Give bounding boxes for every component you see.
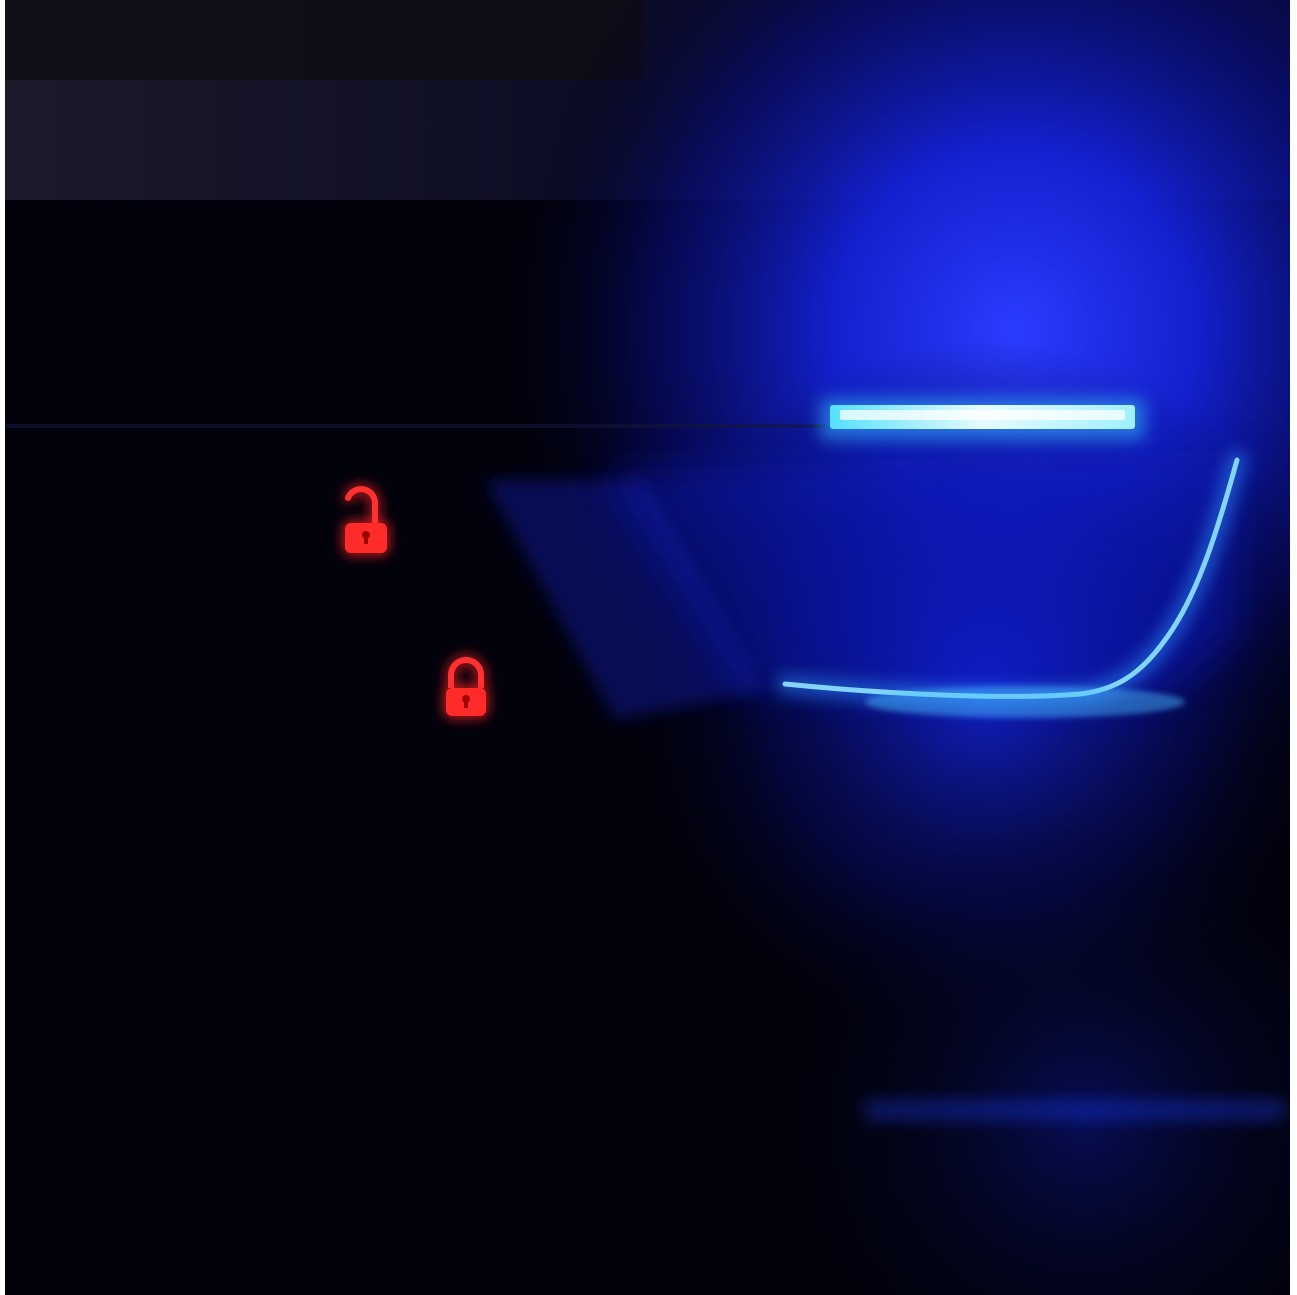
photo	[5, 0, 1290, 1295]
led-strip-core	[840, 410, 1125, 420]
scene-svg	[5, 0, 1290, 1295]
led-edge-reflection	[865, 686, 1185, 718]
trim-line	[5, 424, 825, 428]
lower-reflection	[865, 1100, 1285, 1120]
photo-frame	[0, 0, 1297, 1295]
